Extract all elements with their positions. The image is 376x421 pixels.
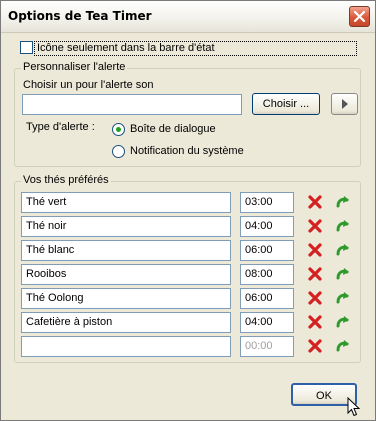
undo-icon[interactable] [335,194,351,210]
tea-name-input[interactable]: Thé vert [21,192,231,213]
close-icon [354,11,365,22]
tea-time-input[interactable]: 04:00 [240,216,294,237]
statusbar-only-label[interactable]: Icône seulement dans la barre d'état [37,42,215,54]
undo-icon[interactable] [335,338,351,354]
delete-icon[interactable] [307,338,323,354]
radio-dialog-box[interactable] [112,123,125,136]
undo-icon[interactable] [335,290,351,306]
title-bar[interactable]: Options de Tea Timer [1,1,375,33]
tea-name-input[interactable]: Thé Oolong [21,288,231,309]
alert-type-label: Type d'alerte : [26,121,95,133]
sound-file-input[interactable] [22,94,242,115]
sound-prompt-label: Choisir un pour l'alerte son [23,79,154,91]
tea-time-input[interactable]: 06:00 [240,240,294,261]
play-icon [342,99,348,109]
tea-name-input[interactable]: Thé noir [21,216,231,237]
undo-icon[interactable] [335,266,351,282]
radio-system-notification-label[interactable]: Notification du système [130,145,244,157]
favorite-teas-label: Vos thés préférés [21,174,111,186]
delete-icon[interactable] [307,314,323,330]
radio-selected-dot [116,127,121,132]
tea-time-input[interactable]: 08:00 [240,264,294,285]
delete-icon[interactable] [307,242,323,258]
undo-icon[interactable] [335,218,351,234]
tea-time-input[interactable]: 04:00 [240,312,294,333]
window-title: Options de Tea Timer [8,9,152,23]
browse-sound-button[interactable]: Choisir ... [252,93,320,115]
tea-name-input[interactable]: Cafetière à piston [21,312,231,333]
tea-name-input[interactable]: Thé blanc [21,240,231,261]
time-placeholder: 00:00 [245,340,273,352]
play-sound-button[interactable] [331,93,358,115]
tea-name-input[interactable]: Rooibos [21,264,231,285]
radio-system-notification[interactable] [112,145,125,158]
radio-dialog-box-label[interactable]: Boîte de dialogue [130,123,216,135]
alert-group-label: Personnaliser l'alerte [21,61,128,73]
delete-icon[interactable] [307,290,323,306]
tea-time-input[interactable]: 06:00 [240,288,294,309]
delete-icon[interactable] [307,218,323,234]
new-tea-time-input[interactable]: 00:00 [240,336,294,357]
close-button[interactable] [349,6,370,27]
delete-icon[interactable] [307,194,323,210]
tea-time-input[interactable]: 03:00 [240,192,294,213]
undo-icon[interactable] [335,314,351,330]
delete-icon[interactable] [307,266,323,282]
mouse-cursor-icon [347,397,361,417]
statusbar-only-checkbox[interactable] [20,41,33,54]
undo-icon[interactable] [335,242,351,258]
options-dialog: Options de Tea Timer Icône seulement dan… [0,0,376,421]
new-tea-name-input[interactable] [21,336,231,357]
